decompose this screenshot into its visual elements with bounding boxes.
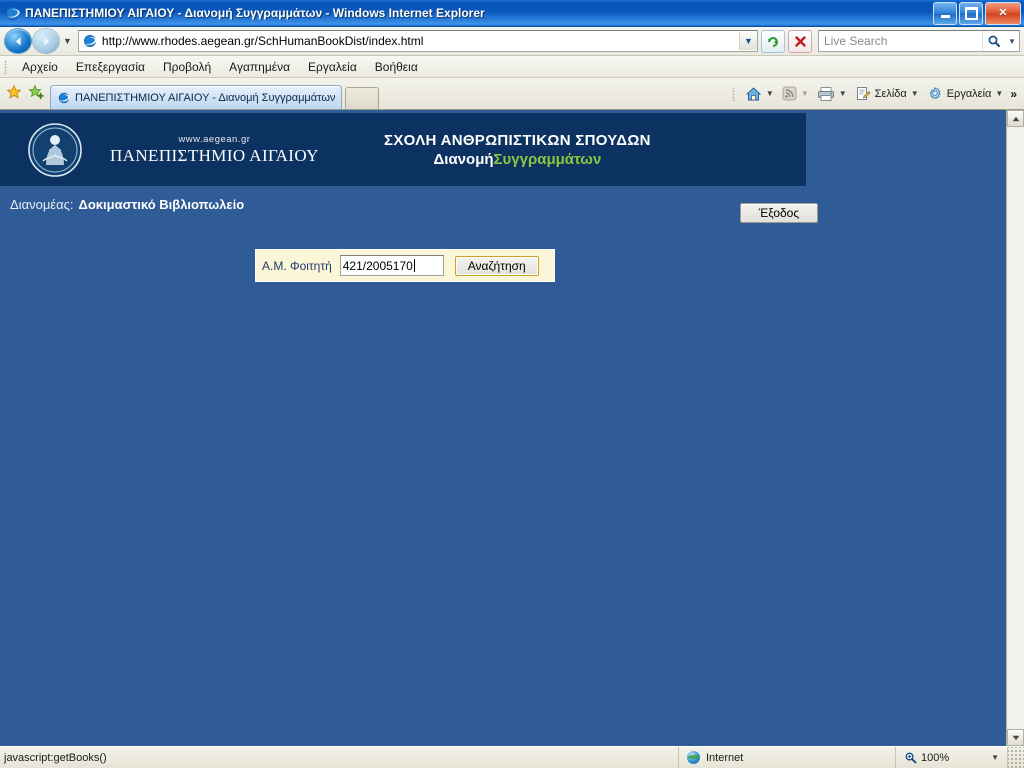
status-message: javascript:getBooks() <box>0 747 679 768</box>
web-page: www.aegean.gr ΠΑΝΕΠΙΣΤΗΜΙΟ ΑΙΓΑΙΟΥ ΣΧΟΛΗ… <box>0 110 1006 746</box>
menu-grip[interactable] <box>4 59 7 74</box>
history-dropdown-icon[interactable]: ▼ <box>63 36 72 46</box>
search-submit-button[interactable]: Αναζήτηση <box>454 255 539 276</box>
text-caret <box>413 259 415 272</box>
window-title: ΠΑΝΕΠΙΣΤΗΜΙΟΥ ΑΙΓΑΙΟΥ - Διανομή Συγγραμμ… <box>25 6 485 20</box>
search-box[interactable]: Live Search ▼ <box>818 30 1020 52</box>
feeds-button[interactable]: ▼ <box>778 82 813 106</box>
security-zone-label: Internet <box>706 751 744 764</box>
page-viewport: www.aegean.gr ΠΑΝΕΠΙΣΤΗΜΙΟ ΑΙΓΑΙΟΥ ΣΧΟΛΗ… <box>0 110 1024 746</box>
distributor-name: Δοκιμαστικό Βιβλιοπωλείο <box>78 196 245 212</box>
search-input[interactable]: Live Search <box>819 34 982 48</box>
vertical-scrollbar[interactable] <box>1006 110 1024 746</box>
scroll-up-button[interactable] <box>1007 110 1024 127</box>
home-button[interactable]: ▼ <box>741 82 778 106</box>
university-website: www.aegean.gr <box>178 133 251 145</box>
page-menu-button[interactable]: Σελίδα ▼ <box>851 82 923 106</box>
star-plus-icon[interactable] <box>28 84 44 103</box>
student-id-label: Α.Μ. Φοιτητή <box>262 258 332 273</box>
page-menu-label: Σελίδα <box>874 87 907 100</box>
command-bar-grip[interactable] <box>731 86 735 101</box>
new-tab-button[interactable] <box>345 87 380 109</box>
search-icon[interactable] <box>982 31 1005 51</box>
school-name: ΣΧΟΛΗ ΑΝΘΡΩΠΙΣΤΙΚΩΝ ΣΠΟΥΔΩΝ <box>384 131 651 149</box>
url-text: http://www.rhodes.aegean.gr/SchHumanBook… <box>101 34 424 48</box>
distributor-row: Διανομέας: Δοκιμαστικό Βιβλιοπωλείο <box>0 189 1006 219</box>
student-id-input[interactable]: 421/2005170 <box>339 255 444 276</box>
window-controls: ✕ <box>933 2 1021 25</box>
home-caret-icon[interactable]: ▼ <box>766 89 774 98</box>
tab-favicon <box>57 91 71 105</box>
status-bar: javascript:getBooks() Internet 100% ▼ <box>0 746 1024 768</box>
site-header: www.aegean.gr ΠΑΝΕΠΙΣΤΗΜΙΟ ΑΙΓΑΙΟΥ ΣΧΟΛΗ… <box>0 110 806 186</box>
globe-icon <box>687 751 700 764</box>
zoom-level: 100% <box>921 751 950 764</box>
menu-item-view[interactable]: Προβολή <box>154 58 220 76</box>
tools-menu-caret-icon[interactable]: ▼ <box>995 89 1003 98</box>
security-zone[interactable]: Internet <box>679 747 896 768</box>
tools-menu-button[interactable]: Εργαλεία ▼ <box>923 82 1008 106</box>
close-icon: ✕ <box>998 7 1008 19</box>
zoom-icon <box>904 751 917 764</box>
restore-button[interactable] <box>959 2 983 25</box>
distributor-label: Διανομέας: <box>10 196 74 212</box>
university-name: ΠΑΝΕΠΙΣΤΗΜΙΟ ΑΙΓΑΙΟΥ <box>110 145 319 165</box>
menu-item-file[interactable]: Αρχείο <box>13 58 67 76</box>
page-menu-icon <box>855 86 871 102</box>
command-bar: ▼ ▼ ▼ Σελίδα ▼ Εργαλεία ▼ » <box>731 78 1020 109</box>
print-button[interactable]: ▼ <box>813 82 851 106</box>
tools-menu-label: Εργαλεία <box>946 87 992 100</box>
minimize-button[interactable] <box>933 2 957 25</box>
menu-bar: Αρχείο Επεξεργασία Προβολή Αγαπημένα Εργ… <box>0 56 1024 78</box>
url-dropdown-icon[interactable]: ▼ <box>739 32 757 50</box>
tab-bar: ΠΑΝΕΠΙΣΤΗΜΙΟΥ ΑΙΓΑΙΟΥ - Διανομή Συγγραμμ… <box>0 78 1024 110</box>
zoom-dropdown-icon[interactable]: ▼ <box>991 753 999 762</box>
overflow-chevron-icon[interactable]: » <box>1007 87 1020 101</box>
title-bar: ΠΑΝΕΠΙΣΤΗΜΙΟΥ ΑΙΓΑΙΟΥ - Διανομή Συγγραμμ… <box>0 0 1024 27</box>
feeds-caret-icon: ▼ <box>800 89 809 98</box>
address-bar: ▼ http://www.rhodes.aegean.gr/SchHumanBo… <box>0 27 1024 56</box>
menu-item-help[interactable]: Βοήθεια <box>366 58 427 76</box>
stop-button[interactable] <box>788 29 812 53</box>
app-name-part1: Διανομή <box>433 150 494 168</box>
search-dropdown-icon[interactable]: ▼ <box>1005 31 1019 51</box>
internet-explorer-icon <box>4 5 21 22</box>
favorites-buttons <box>0 78 50 109</box>
app-name-part2: Συγγραμμάτων <box>493 150 602 168</box>
close-button[interactable]: ✕ <box>985 2 1021 25</box>
back-button[interactable] <box>4 28 32 54</box>
browser-tab[interactable]: ΠΑΝΕΠΙΣΤΗΜΙΟΥ ΑΙΓΑΙΟΥ - Διανομή Συγγραμμ… <box>50 85 343 109</box>
page-icon <box>82 33 98 49</box>
star-icon[interactable] <box>6 84 22 103</box>
student-search-form: Α.Μ. Φοιτητή 421/2005170 Αναζήτηση <box>255 249 555 282</box>
refresh-button[interactable] <box>761 29 785 53</box>
menu-item-favorites[interactable]: Αγαπημένα <box>220 58 299 76</box>
print-caret-icon[interactable]: ▼ <box>839 89 847 98</box>
app-name: ΔιανομήΣυγγραμμάτων <box>319 151 716 168</box>
menu-item-tools[interactable]: Εργαλεία <box>299 58 366 76</box>
browser-window: ΠΑΝΕΠΙΣΤΗΜΙΟΥ ΑΙΓΑΙΟΥ - Διανομή Συγγραμμ… <box>0 0 1024 768</box>
tab-label: ΠΑΝΕΠΙΣΤΗΜΙΟΥ ΑΙΓΑΙΟΥ - Διανομή Συγγραμμ… <box>75 91 336 104</box>
aegean-university-emblem <box>0 121 110 179</box>
university-identity: www.aegean.gr ΠΑΝΕΠΙΣΤΗΜΙΟ ΑΙΓΑΙΟΥ <box>110 134 319 166</box>
menu-item-edit[interactable]: Επεξεργασία <box>67 58 154 76</box>
url-bar[interactable]: http://www.rhodes.aegean.gr/SchHumanBook… <box>77 30 758 52</box>
zoom-control[interactable]: 100% ▼ <box>896 747 1008 768</box>
scroll-down-button[interactable] <box>1007 729 1024 746</box>
forward-button[interactable] <box>32 28 60 54</box>
school-identity: ΣΧΟΛΗ ΑΝΘΡΩΠΙΣΤΙΚΩΝ ΣΠΟΥΔΩΝ ΔιανομήΣυγγρ… <box>319 132 806 168</box>
exit-button[interactable]: Έξοδος <box>740 203 818 223</box>
gear-icon <box>927 86 943 102</box>
page-menu-caret-icon[interactable]: ▼ <box>911 89 919 98</box>
resize-grip[interactable] <box>1008 747 1024 768</box>
student-id-value: 421/2005170 <box>342 258 413 273</box>
